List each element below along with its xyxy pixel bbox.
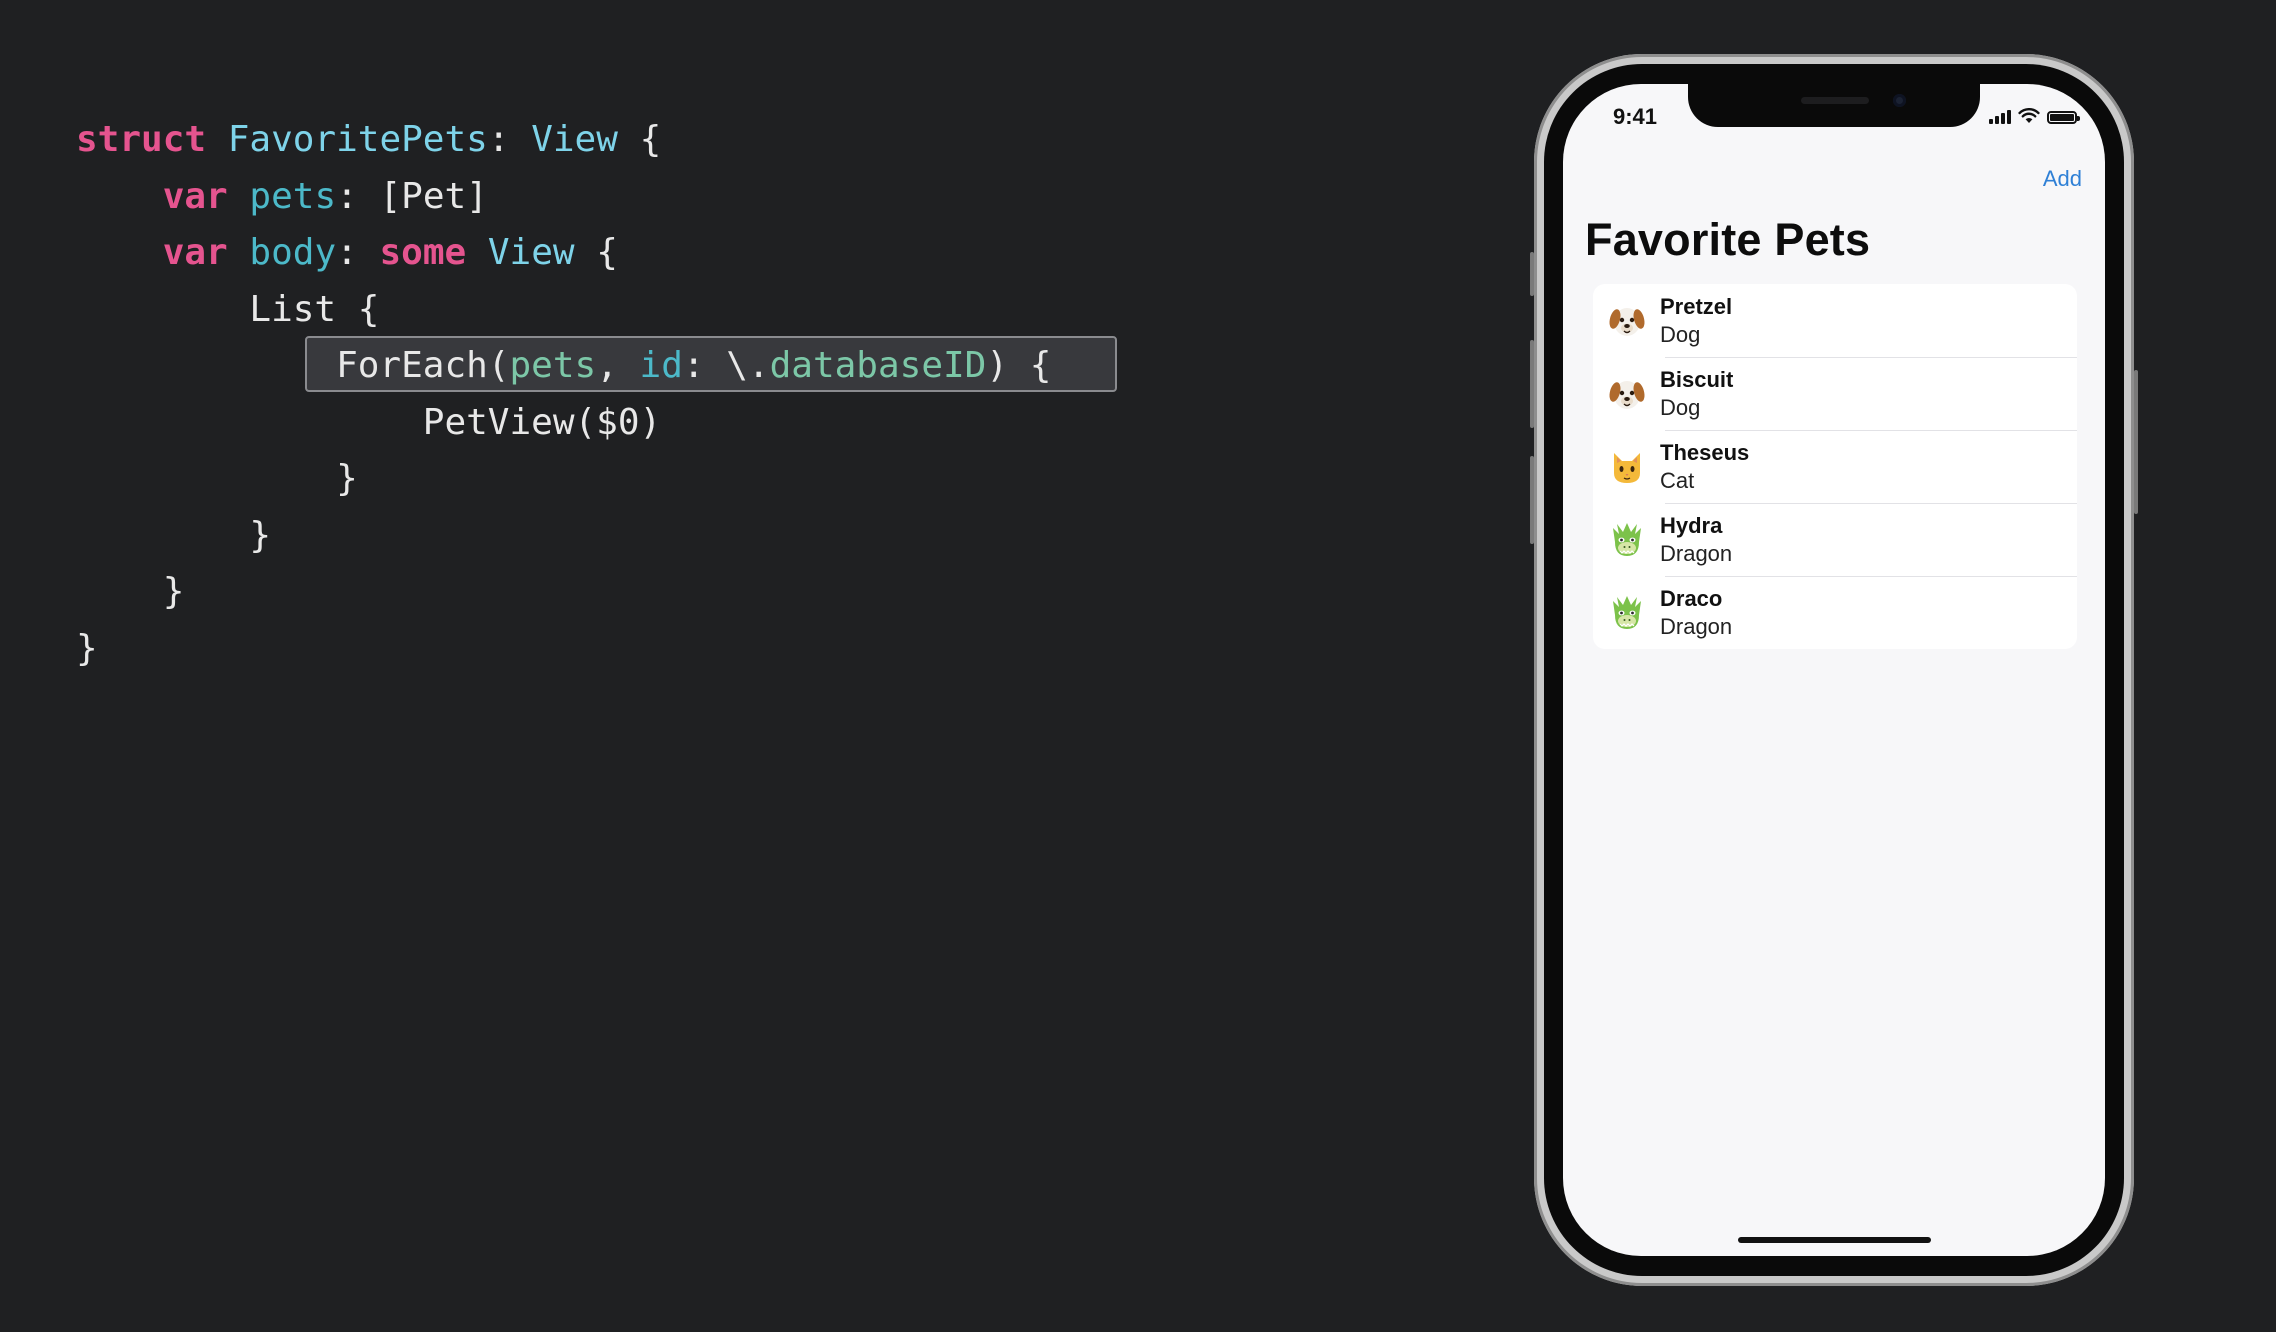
pet-row-text: Hydra Dragon <box>1660 512 1732 568</box>
code-token: id <box>639 345 683 386</box>
pet-kind: Dog <box>1660 394 1701 420</box>
code-line: } <box>76 508 1051 565</box>
code-line: struct FavoritePets: View { <box>76 112 1051 169</box>
speaker-grille <box>1801 97 1869 104</box>
code-token: body <box>249 232 337 273</box>
code-token: View <box>487 232 575 273</box>
notch <box>1688 84 1980 127</box>
code-token: FavoritePets <box>227 119 488 160</box>
pet-kind: Dragon <box>1660 613 1733 639</box>
pet-row-text: Pretzel Dog <box>1660 293 1732 349</box>
pet-name: Biscuit <box>1660 366 1734 392</box>
code-token: : \. <box>682 345 770 386</box>
code-token: PetView($0) <box>76 401 662 443</box>
code-block: struct FavoritePets: View { var pets: [P… <box>76 112 1051 677</box>
pet-row-text: Biscuit Dog <box>1660 366 1733 422</box>
home-indicator[interactable] <box>1738 1237 1931 1243</box>
code-line: var pets: [Pet] <box>76 169 1051 226</box>
code-token: databaseID <box>769 345 987 386</box>
pet-name: Theseus <box>1660 439 1750 465</box>
code-token: struct <box>76 119 207 160</box>
code-line: } <box>76 564 1051 621</box>
phone-screen: 9:41 Add Favorite Pets Pretzel Dog Biscuit… <box>1563 84 2105 1256</box>
code-token: ) { <box>986 345 1052 386</box>
code-token: var <box>162 175 228 217</box>
cellular-signal-icon <box>1989 110 2011 124</box>
code-token: { <box>574 232 618 273</box>
code-token: { <box>617 119 662 160</box>
dog-face-icon <box>1609 380 1645 409</box>
pet-row-draco[interactable]: Draco Dragon <box>1593 576 2077 649</box>
code-token: } <box>76 458 358 499</box>
battery-icon <box>2047 111 2080 124</box>
code-token: View <box>531 119 618 160</box>
code-line: var body: some View { <box>76 225 1051 282</box>
code-token: } <box>76 571 185 612</box>
pet-row-text: Theseus Cat <box>1660 439 1749 495</box>
pet-kind: Dog <box>1660 321 1701 347</box>
code-token: : [Pet] <box>336 175 488 217</box>
pet-kind: Cat <box>1660 467 1695 493</box>
code-line: List { <box>76 282 1051 339</box>
pet-name: Pretzel <box>1660 293 1733 319</box>
side-button <box>2134 370 2138 514</box>
code-token: List { <box>76 288 380 330</box>
code-token: pets <box>509 345 597 386</box>
code-token: some <box>379 232 467 273</box>
pet-kind: Dragon <box>1660 540 1733 566</box>
code-token: : <box>487 119 532 160</box>
code-token: } <box>76 514 272 556</box>
pet-name: Hydra <box>1660 512 1723 538</box>
volume-up-button <box>1530 340 1534 428</box>
code-token: ForEach( <box>76 345 510 386</box>
page-title: Favorite Pets <box>1585 214 1871 265</box>
code-line: } <box>76 451 1051 508</box>
code-token: } <box>76 627 98 669</box>
pet-row-pretzel[interactable]: Pretzel Dog <box>1593 284 2077 357</box>
code-line: } <box>76 621 1051 678</box>
code-line: PetView($0) <box>76 395 1051 452</box>
front-camera-icon <box>1893 94 1906 107</box>
pet-name: Draco <box>1660 585 1723 611</box>
volume-down-button <box>1530 456 1534 544</box>
pets-list: Pretzel Dog Biscuit Dog Theseus Cat Hydra Drago… <box>1593 284 2077 649</box>
code-token: pets <box>249 175 337 217</box>
cat-face-icon <box>1614 452 1640 483</box>
pet-row-biscuit[interactable]: Biscuit Dog <box>1593 357 2077 430</box>
code-token: , <box>596 345 640 386</box>
dragon-face-icon <box>1613 522 1641 556</box>
dragon-face-icon <box>1613 595 1641 629</box>
pet-row-theseus[interactable]: Theseus Cat <box>1593 430 2077 503</box>
pet-row-text: Draco Dragon <box>1660 585 1732 641</box>
pet-row-hydra[interactable]: Hydra Dragon <box>1593 503 2077 576</box>
code-token: : <box>336 232 380 273</box>
code-line-highlighted: ForEach(pets, id: \.databaseID) { <box>76 338 1051 395</box>
mute-switch <box>1530 252 1534 296</box>
status-bar-icons <box>1989 108 2080 124</box>
add-button[interactable]: Add <box>2043 166 2082 192</box>
dog-face-icon <box>1609 307 1645 336</box>
wifi-icon <box>2018 108 2040 123</box>
code-token: var <box>162 232 228 273</box>
status-bar-time: 9:41 <box>1613 104 1658 129</box>
